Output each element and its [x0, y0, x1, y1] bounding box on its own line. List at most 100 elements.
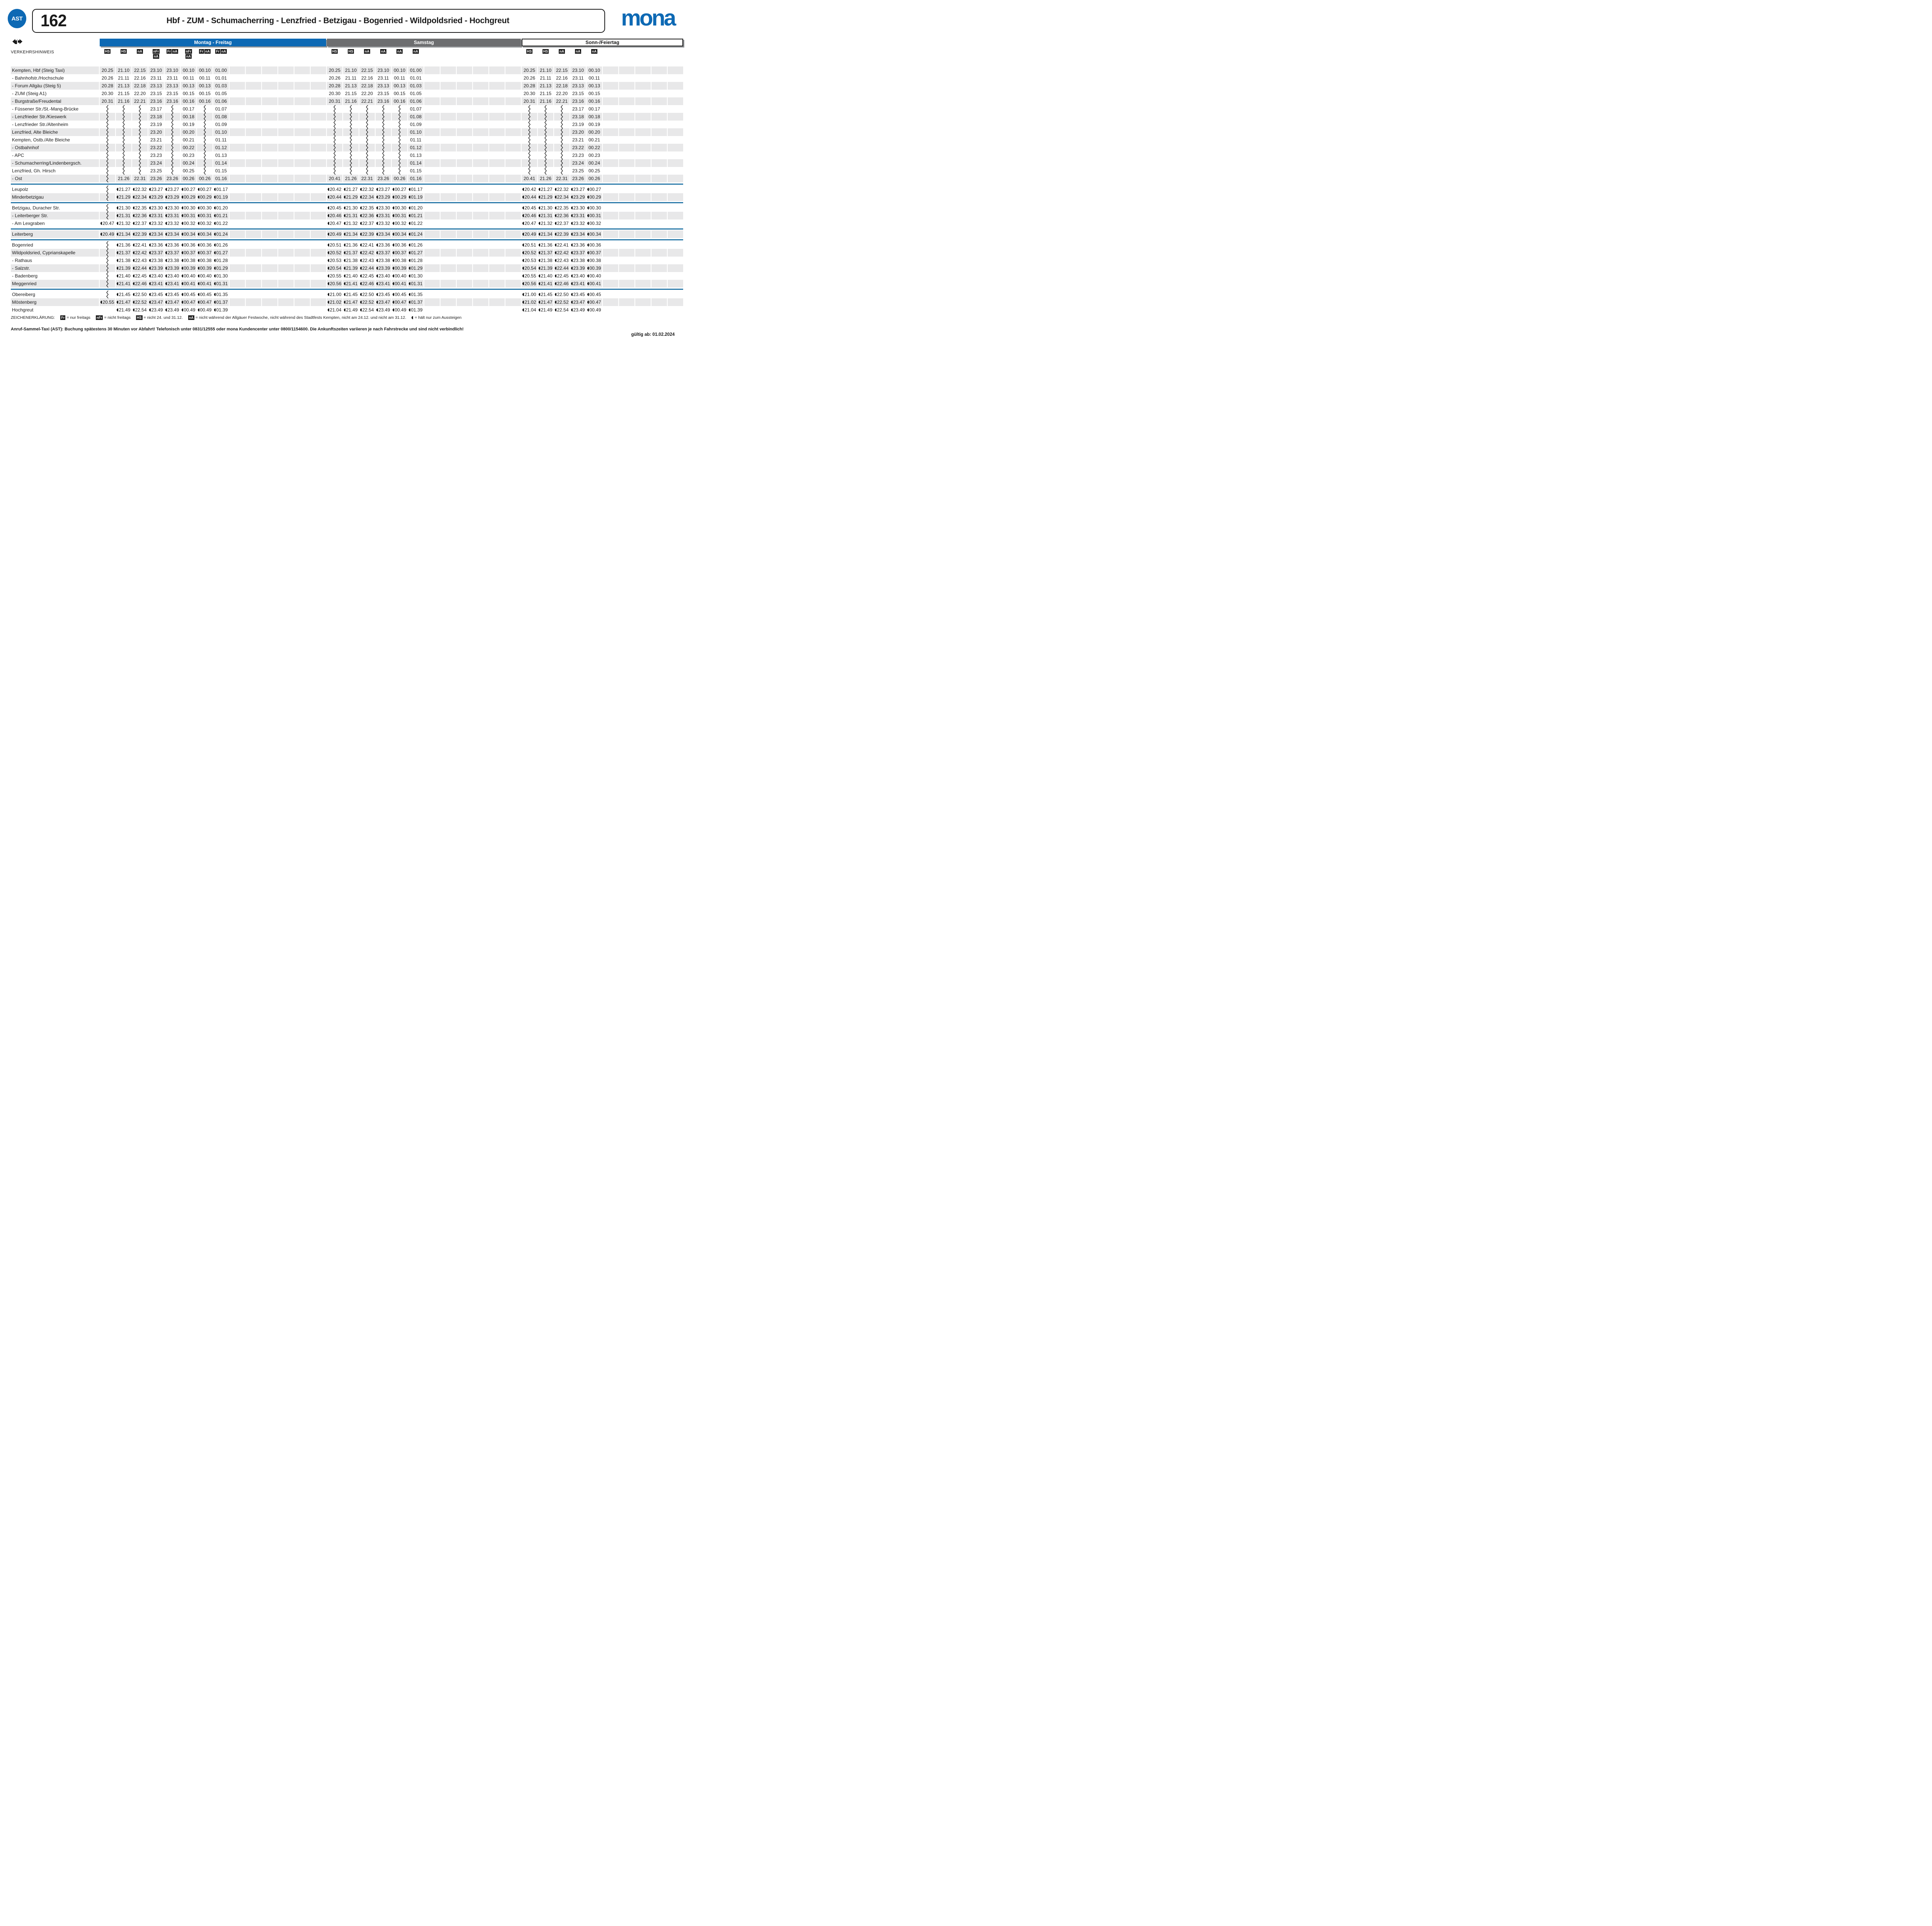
departure-time: 01.30: [411, 273, 422, 279]
non-stop-wavy-line: [560, 113, 564, 121]
empty-cell: [651, 151, 667, 159]
stop-cell: - Burgstraße/Freudental: [11, 97, 99, 105]
time-cell: 00.32: [392, 219, 407, 227]
departure-time: 01.19: [216, 194, 228, 200]
exit-only-bullet-icon: [198, 274, 199, 277]
wavy-cell: [116, 136, 131, 144]
time-cell: 00.29: [197, 193, 213, 201]
time-cell: 01.28: [213, 257, 229, 264]
departure-time: 00.47: [589, 299, 601, 305]
time-cell: 20.56: [522, 280, 537, 288]
empty-cell: [440, 128, 456, 136]
empty-cell: [424, 272, 440, 280]
time-cell: 21.39: [116, 264, 131, 272]
exit-only-bullet-icon: [393, 214, 394, 217]
wavy-cell: [116, 105, 131, 113]
empty-cell: [262, 113, 277, 121]
departure-time: 23.30: [167, 205, 179, 211]
exit-only-bullet-icon: [587, 274, 589, 277]
exit-only-bullet-icon: [522, 214, 524, 217]
legend-row: ZEICHENERKLÄRUNG: Fr= nur freitagsnFr= n…: [11, 315, 461, 320]
exit-only-bullet-icon: [409, 214, 410, 217]
exit-only-bullet-icon: [165, 196, 167, 199]
departure-time: 23.27: [167, 187, 179, 192]
day-header-samstag: Samstag: [327, 39, 521, 46]
badge-line: HS: [121, 49, 127, 54]
exit-only-bullet-icon: [409, 243, 410, 247]
departure-time: 00.34: [200, 231, 211, 237]
empty-cell: [440, 82, 456, 90]
non-stop-wavy-line: [381, 136, 385, 144]
time-cell: 01.17: [213, 185, 229, 193]
non-stop-wavy-line: [122, 167, 126, 175]
departure-time: 22.54: [135, 307, 146, 313]
time-cell: 00.30: [197, 204, 213, 212]
departure-time: 00.41: [200, 281, 211, 286]
time-cell: 21.40: [343, 272, 359, 280]
time-cell: 20.53: [522, 257, 537, 264]
time-cell: 23.27: [376, 185, 391, 193]
departure-time: 00.29: [395, 194, 406, 200]
time-cell: 23.49: [165, 306, 180, 314]
empty-cell: [294, 249, 310, 257]
time-cell: 23.15: [165, 90, 180, 97]
stop-cell: - Lenzfrieder Str./Kieswerk: [11, 113, 99, 121]
exit-only-bullet-icon: [149, 222, 151, 225]
time-cell: 20.31: [522, 97, 537, 105]
time-cell: 20.42: [327, 185, 342, 193]
empty-cell: [294, 136, 310, 144]
wavy-cell: [522, 136, 537, 144]
non-stop-wavy-line: [138, 128, 142, 136]
non-stop-wavy-line: [105, 272, 109, 280]
wavy-cell: [392, 136, 407, 144]
non-stop-wavy-line: [365, 151, 369, 159]
empty-cell: [457, 151, 472, 159]
time-cell: 22.37: [132, 219, 148, 227]
time-cell: 00.11: [181, 74, 196, 82]
wavy-cell: [165, 113, 180, 121]
empty-cell: [294, 306, 310, 314]
empty-cell: [619, 291, 634, 298]
time-cell: 23.34: [148, 230, 164, 238]
time-cell: 20.51: [522, 241, 537, 249]
departure-time: 22.52: [362, 299, 374, 305]
exit-only-bullet-icon: [165, 301, 167, 304]
time-cell: 20.26: [327, 74, 342, 82]
time-cell: 23.26: [148, 175, 164, 182]
empty-cell: [668, 167, 683, 175]
wavy-cell: [376, 128, 391, 136]
empty-cell: [603, 241, 618, 249]
non-stop-wavy-line: [381, 151, 385, 159]
non-stop-wavy-line: [527, 159, 531, 167]
wavy-cell: [522, 105, 537, 113]
exit-only-bullet-icon: [360, 243, 362, 247]
time-cell: 20.28: [100, 82, 115, 90]
time-cell: 01.37: [213, 298, 229, 306]
exit-only-bullet-icon: [182, 301, 183, 304]
wavy-cell: [376, 121, 391, 128]
stop-cell: - Badenberg: [11, 272, 99, 280]
exit-only-bullet-icon: [133, 267, 134, 270]
exit-only-bullet-icon: [214, 196, 216, 199]
time-cell: 23.32: [165, 219, 180, 227]
non-stop-wavy-line: [138, 113, 142, 121]
empty-cell: [473, 257, 488, 264]
exit-only-bullet-icon: [328, 196, 329, 199]
wavy-cell: [132, 167, 148, 175]
empty-cell: [278, 241, 294, 249]
exit-only-bullet-icon: [182, 259, 183, 262]
empty-cell: [603, 82, 618, 90]
stop-cell: Möstenberg: [11, 298, 99, 306]
empty-cell: [619, 105, 634, 113]
exit-only-bullet-icon: [409, 259, 410, 262]
departure-time: 22.50: [362, 292, 374, 297]
time-cell: 21.13: [116, 82, 131, 90]
empty-cell: [651, 272, 667, 280]
empty-cell: [262, 151, 277, 159]
non-stop-wavy-line: [138, 151, 142, 159]
empty-cell: [635, 212, 651, 219]
empty-cell: [294, 175, 310, 182]
exit-only-bullet-icon: [182, 274, 183, 277]
time-cell: 21.32: [538, 219, 553, 227]
empty-cell: [619, 241, 634, 249]
